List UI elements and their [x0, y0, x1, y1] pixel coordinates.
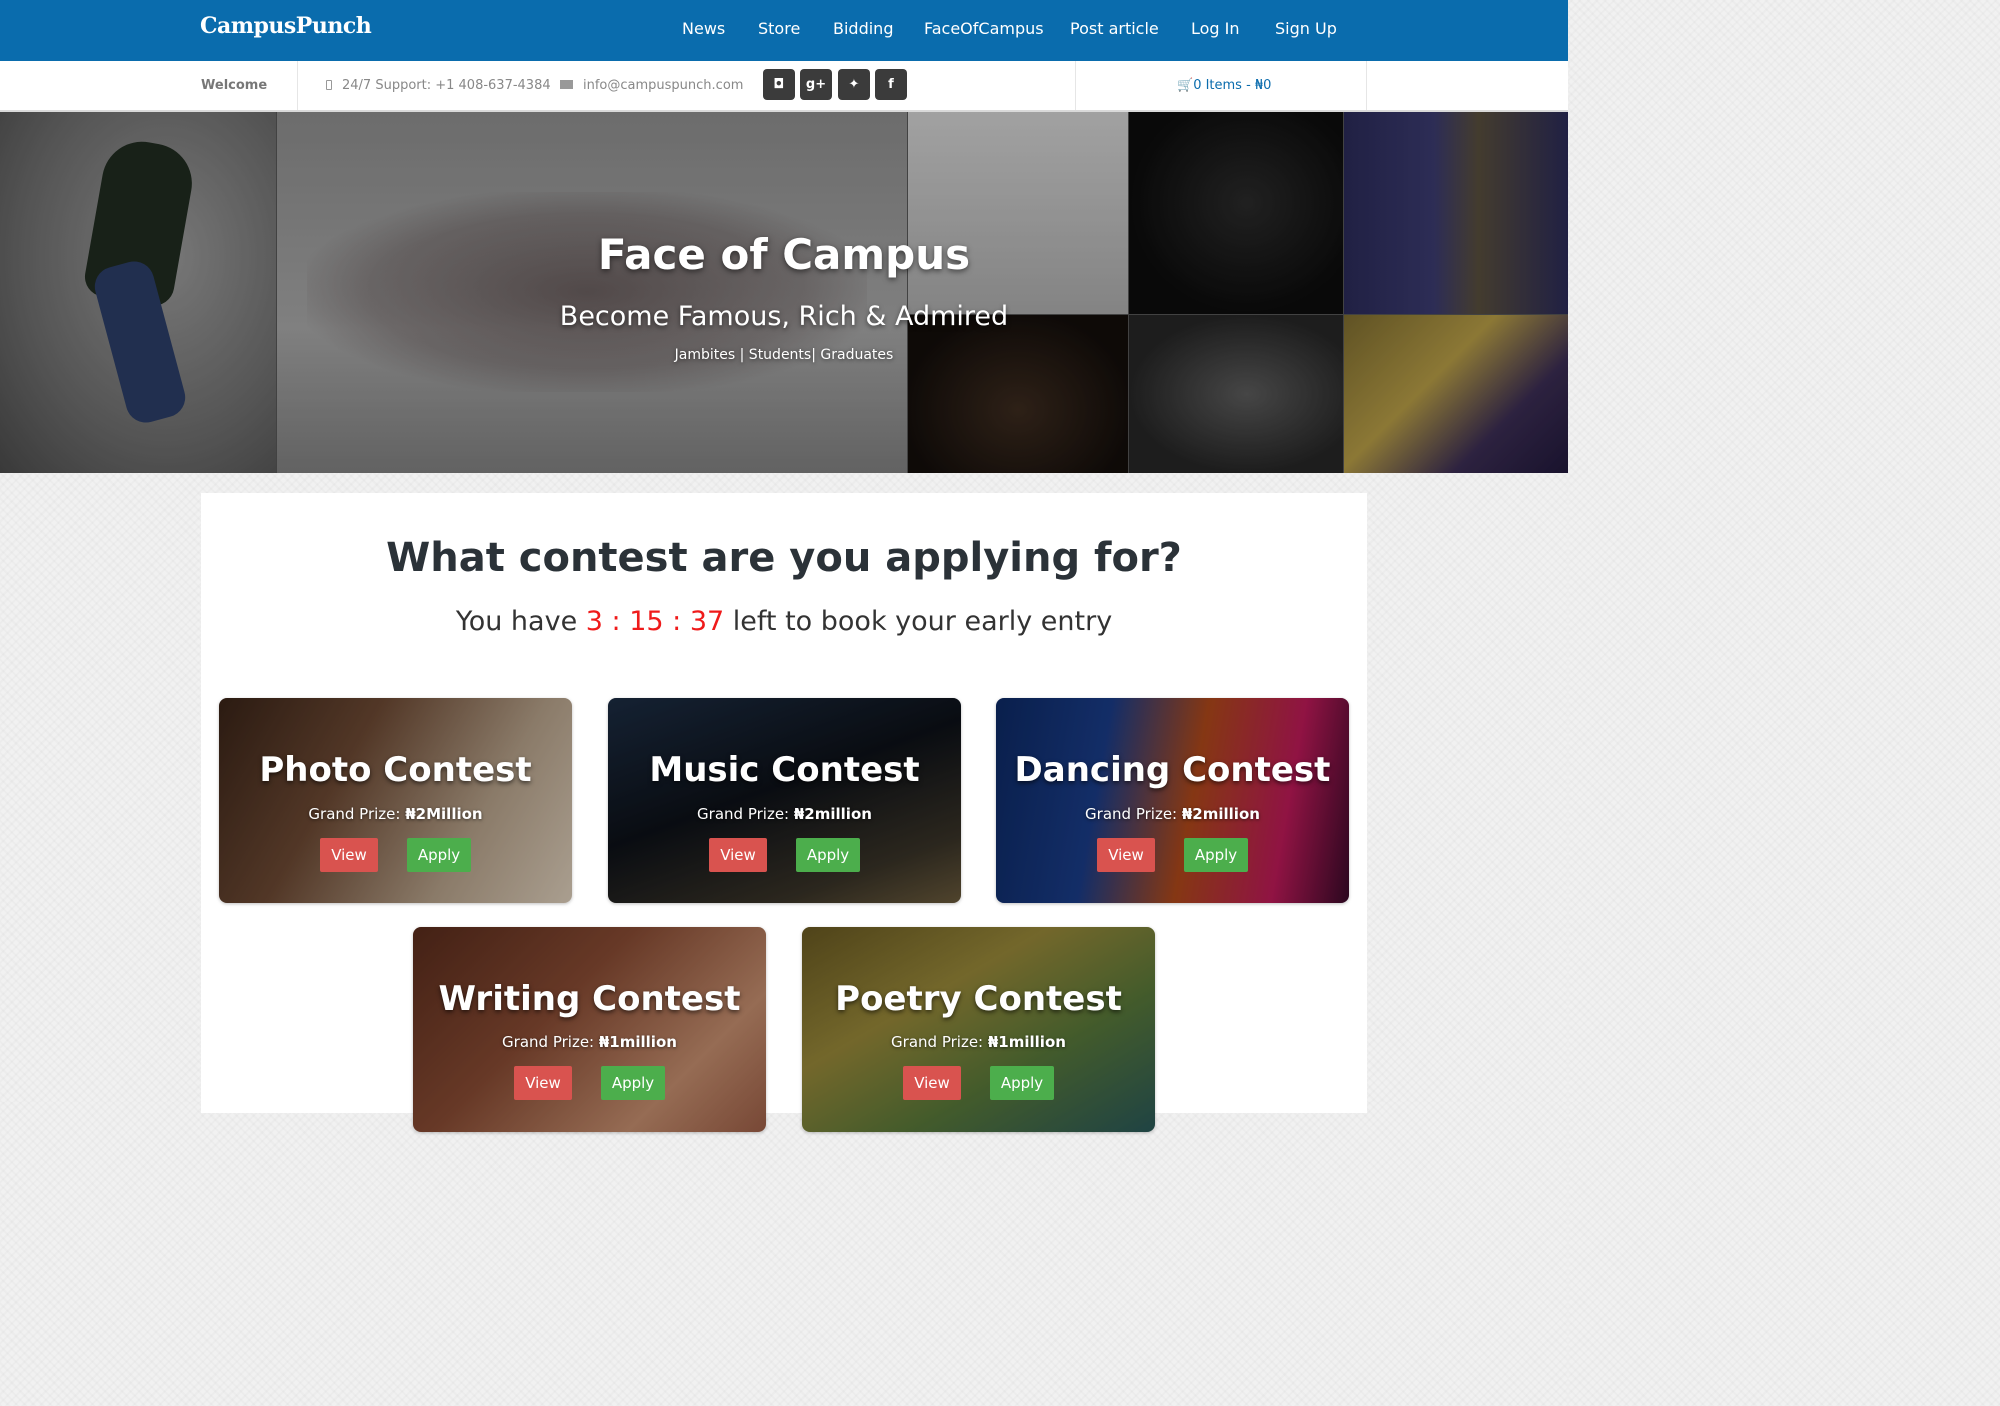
- support-email-text[interactable]: info@campuspunch.com: [583, 78, 743, 93]
- prize-value: ₦1million: [987, 1033, 1066, 1051]
- hero-subtitle: Become Famous, Rich & Admired: [559, 301, 1009, 332]
- support-phone-text: 24/7 Support: +1 408-637-4384: [342, 78, 551, 93]
- apply-button[interactable]: Apply: [407, 838, 471, 872]
- contest-title: Photo Contest: [259, 750, 532, 790]
- contest-title: Writing Contest: [438, 979, 741, 1019]
- phone-icon: [326, 80, 332, 90]
- divider: [1075, 61, 1076, 110]
- nav-bidding[interactable]: Bidding: [833, 19, 893, 38]
- nav-store[interactable]: Store: [758, 19, 800, 38]
- support-email[interactable]: info@campuspunch.com: [560, 78, 743, 93]
- contest-prize: Grand Prize: ₦1million: [802, 1033, 1155, 1051]
- countdown-suffix: left to book your early entry: [724, 606, 1113, 637]
- prize-value: ₦1million: [598, 1033, 677, 1051]
- view-button[interactable]: View: [514, 1066, 572, 1100]
- contest-title: Dancing Contest: [1014, 750, 1331, 790]
- envelope-icon: [560, 80, 573, 89]
- contest-heading: What contest are you applying for?: [386, 535, 1182, 581]
- contest-title: Music Contest: [649, 750, 920, 790]
- hero-tagline: Jambites | Students| Graduates: [674, 347, 894, 363]
- countdown-prefix: You have: [455, 606, 586, 637]
- nav-log-in[interactable]: Log In: [1191, 19, 1240, 38]
- nav-faceofcampus[interactable]: FaceOfCampus: [924, 19, 1044, 38]
- prize-label: Grand Prize:: [891, 1033, 988, 1051]
- contest-prize: Grand Prize: ₦1million: [413, 1033, 766, 1051]
- apply-button[interactable]: Apply: [601, 1066, 665, 1100]
- main-nav: News Store Bidding FaceOfCampus Post art…: [0, 0, 1568, 61]
- prize-label: Grand Prize:: [697, 805, 794, 823]
- card-shade: [802, 927, 1155, 1132]
- info-bar: Welcome 24/7 Support: +1 408-637-4384 in…: [0, 61, 1568, 112]
- contest-prize: Grand Prize: ₦2million: [608, 805, 961, 823]
- hero-overlay: [0, 112, 1568, 473]
- welcome-text: Welcome: [201, 78, 268, 93]
- google-plus-icon[interactable]: g+: [800, 69, 832, 100]
- apply-button[interactable]: Apply: [990, 1066, 1054, 1100]
- prize-value: ₦2million: [1181, 805, 1260, 823]
- hero-banner: Face of Campus Become Famous, Rich & Adm…: [0, 112, 1568, 473]
- contest-card-music: Music Contest Grand Prize: ₦2million Vie…: [608, 698, 961, 903]
- view-button[interactable]: View: [320, 838, 378, 872]
- countdown-timer: 3 : 15 : 37: [585, 606, 725, 637]
- cart-summary-text[interactable]: 0 Items - ₦0: [1193, 78, 1271, 93]
- facebook-icon[interactable]: f: [875, 69, 907, 100]
- divider: [1366, 61, 1367, 110]
- card-shade: [608, 698, 961, 903]
- apply-button[interactable]: Apply: [796, 838, 860, 872]
- support-phone: 24/7 Support: +1 408-637-4384: [326, 78, 551, 93]
- divider: [297, 61, 298, 110]
- prize-label: Grand Prize:: [1085, 805, 1182, 823]
- prize-label: Grand Prize:: [502, 1033, 599, 1051]
- contest-prize: Grand Prize: ₦2Million: [219, 805, 572, 823]
- prize-value: ₦2million: [793, 805, 872, 823]
- view-button[interactable]: View: [709, 838, 767, 872]
- nav-post-article[interactable]: Post article: [1070, 19, 1159, 38]
- prize-label: Grand Prize:: [308, 805, 406, 823]
- contest-panel: What contest are you applying for? You h…: [201, 493, 1367, 1132]
- contest-card-photo: Photo Contest Grand Prize: ₦2Million Vie…: [219, 698, 572, 903]
- top-navbar: CampusPunch News Store Bidding FaceOfCam…: [0, 0, 1568, 61]
- contest-card-dancing: Dancing Contest Grand Prize: ₦2million V…: [996, 698, 1349, 903]
- countdown-line: You have 3 : 15 : 37 left to book your e…: [201, 606, 1367, 637]
- cart-summary[interactable]: 🛒0 Items - ₦0: [1177, 78, 1271, 93]
- twitter-icon[interactable]: ✦: [838, 69, 870, 100]
- view-button[interactable]: View: [1097, 838, 1155, 872]
- cart-icon: 🛒: [1177, 78, 1194, 93]
- card-shade: [996, 698, 1349, 903]
- contest-title: Poetry Contest: [835, 979, 1122, 1019]
- prize-value: ₦2Million: [405, 805, 483, 823]
- card-shade: [413, 927, 766, 1132]
- contest-card-poetry: Poetry Contest Grand Prize: ₦1million Vi…: [802, 927, 1155, 1132]
- contest-prize: Grand Prize: ₦2million: [996, 805, 1349, 823]
- view-button[interactable]: View: [903, 1066, 961, 1100]
- nav-news[interactable]: News: [682, 19, 725, 38]
- contest-card-writing: Writing Contest Grand Prize: ₦1million V…: [413, 927, 766, 1132]
- nav-sign-up[interactable]: Sign Up: [1275, 19, 1337, 38]
- card-shade: [219, 698, 572, 903]
- hero-title: Face of Campus: [597, 230, 971, 279]
- instagram-icon[interactable]: ◘: [763, 69, 795, 100]
- apply-button[interactable]: Apply: [1184, 838, 1248, 872]
